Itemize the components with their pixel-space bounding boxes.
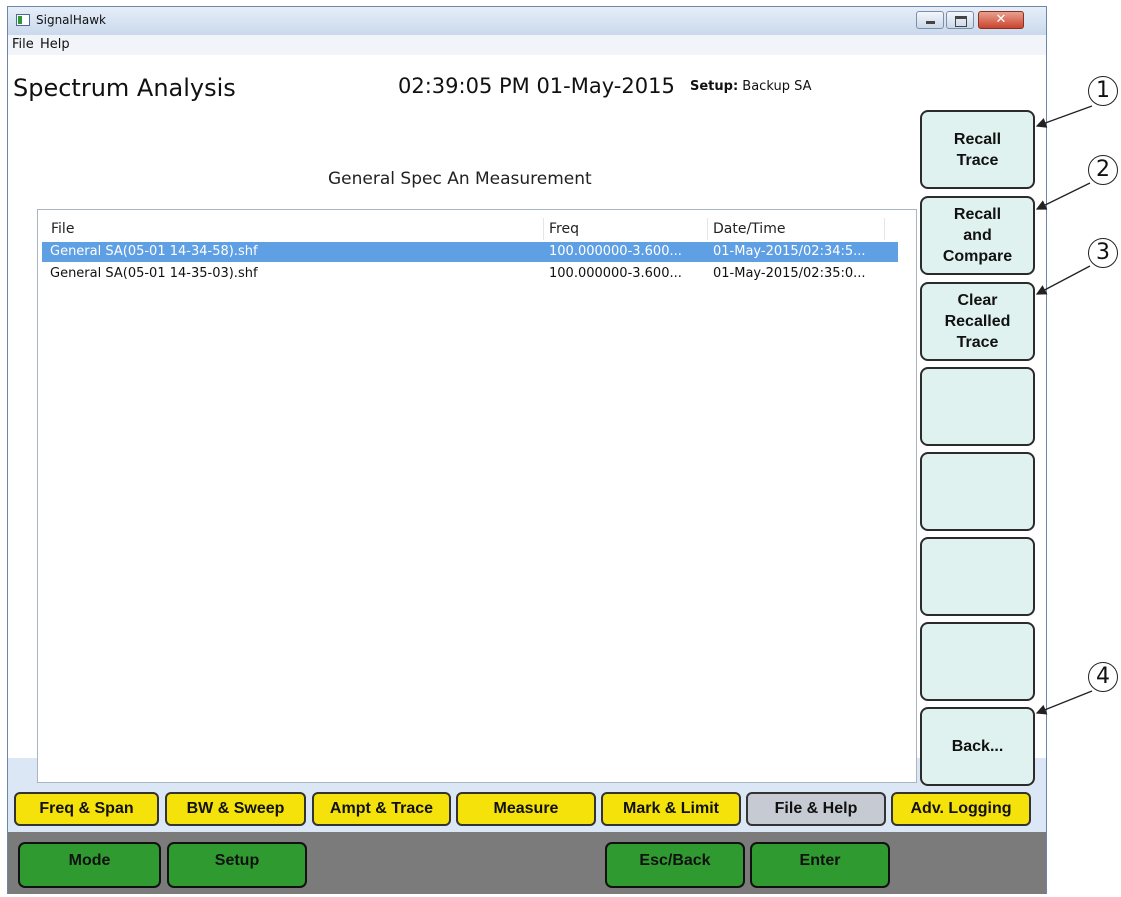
column-header-freq[interactable]: Freq [549, 221, 579, 237]
maximize-icon[interactable] [946, 11, 974, 29]
minimize-icon[interactable] [916, 11, 944, 29]
tab-measure[interactable]: Measure [456, 792, 596, 826]
column-header-datetime[interactable]: Date/Time [713, 221, 785, 237]
bottom-bar: Mode Setup Esc/Back Enter [8, 832, 1046, 894]
menu-help[interactable]: Help [40, 37, 70, 52]
tab-ampt-trace[interactable]: Ampt & Trace [312, 792, 451, 826]
tab-freq-span[interactable]: Freq & Span [14, 792, 159, 826]
callout-2: 2 [1088, 155, 1118, 185]
file-list[interactable]: File Freq Date/Time General SA(05-01 14-… [37, 209, 917, 783]
tab-bw-sweep[interactable]: BW & Sweep [165, 792, 306, 826]
softkey-empty-6[interactable] [920, 537, 1035, 616]
tab-mark-limit[interactable]: Mark & Limit [601, 792, 741, 826]
softkey-empty-7[interactable] [920, 622, 1035, 701]
setup-value: Backup SA [742, 79, 812, 94]
clear-recalled-trace-button[interactable]: Clear Recalled Trace [920, 282, 1035, 361]
recall-trace-button[interactable]: Recall Trace [920, 110, 1035, 189]
softkey-empty-4[interactable] [920, 367, 1035, 446]
clock-display: 02:39:05 PM 01-May-2015 [398, 74, 675, 98]
column-header-file[interactable]: File [51, 221, 74, 237]
main-area: Spectrum Analysis 02:39:05 PM 01-May-201… [8, 55, 1046, 786]
tab-adv-logging[interactable]: Adv. Logging [891, 792, 1031, 826]
cell-freq: 100.000000-3.600... [549, 266, 682, 281]
esc-back-button[interactable]: Esc/Back [605, 842, 745, 888]
menu-file[interactable]: File [12, 37, 34, 52]
title-bar[interactable]: SignalHawk [8, 7, 1046, 35]
callout-3: 3 [1088, 238, 1118, 268]
window-title: SignalHawk [36, 13, 107, 27]
setup-label: Setup: [690, 79, 739, 94]
recall-and-compare-button[interactable]: Recall and Compare [920, 196, 1035, 275]
column-divider[interactable] [707, 218, 708, 240]
measurement-title: General Spec An Measurement [328, 169, 592, 189]
table-row[interactable]: General SA(05-01 14-35-03).shf 100.00000… [42, 264, 898, 284]
enter-button[interactable]: Enter [750, 842, 890, 888]
app-window: SignalHawk File Help Spectrum Analysis 0… [7, 6, 1047, 894]
cell-file: General SA(05-01 14-34-58).shf [50, 244, 258, 259]
cell-freq: 100.000000-3.600... [549, 244, 682, 259]
cell-file: General SA(05-01 14-35-03).shf [50, 266, 258, 281]
cell-datetime: 01-May-2015/02:34:5... [713, 244, 866, 259]
close-icon[interactable] [978, 11, 1024, 29]
list-header: File Freq Date/Time [38, 218, 914, 240]
app-icon [16, 14, 30, 26]
menu-bar: File Help [8, 35, 1046, 55]
callout-4: 4 [1088, 662, 1118, 692]
column-divider[interactable] [543, 218, 544, 240]
tab-bar: Freq & Span BW & Sweep Ampt & Trace Meas… [8, 788, 1046, 831]
callout-1: 1 [1088, 76, 1118, 106]
column-divider[interactable] [884, 218, 885, 240]
mode-button[interactable]: Mode [18, 842, 161, 888]
back-button[interactable]: Back... [920, 707, 1035, 786]
setup-display: Setup: Backup SA [690, 79, 811, 94]
cell-datetime: 01-May-2015/02:35:0... [713, 266, 866, 281]
table-row[interactable]: General SA(05-01 14-34-58).shf 100.00000… [42, 242, 898, 262]
page-title: Spectrum Analysis [13, 74, 236, 102]
tab-file-help[interactable]: File & Help [746, 792, 886, 826]
softkey-empty-5[interactable] [920, 452, 1035, 531]
setup-button[interactable]: Setup [167, 842, 307, 888]
